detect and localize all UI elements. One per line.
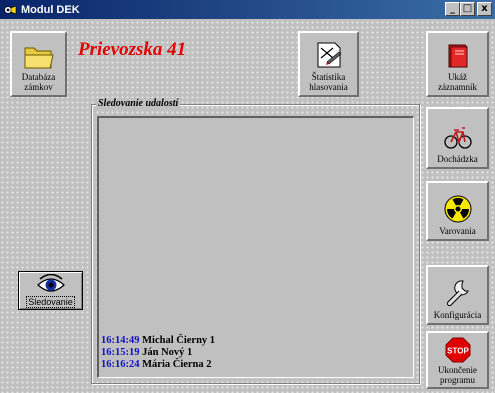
event-row: 16:16:24 Mária Čierna 2 <box>101 359 215 371</box>
statistika-hlasovania-button[interactable]: Štatistika hlasovania <box>298 31 359 97</box>
building-heading: Prievozska 41 <box>78 39 187 60</box>
ukoncenie-label-1: Ukončenie <box>438 365 477 375</box>
event-time: 16:14:49 <box>101 335 140 346</box>
eye-icon <box>36 274 65 292</box>
dochadzka-button[interactable]: Dochádzka <box>426 107 489 169</box>
konfiguracia-label: Konfigurácia <box>433 310 482 320</box>
event-row: 16:14:49 Michal Čierny 1 <box>101 335 215 347</box>
event-person: Michal Čierny 1 <box>142 335 216 346</box>
radiation-icon <box>444 195 471 223</box>
event-time: 16:16:24 <box>101 359 140 370</box>
zaznamnik-label-2: záznamník <box>438 82 477 92</box>
close-button[interactable]: x <box>477 2 492 16</box>
ukoncenie-programu-button[interactable]: STOP Ukončenie programu <box>426 331 489 389</box>
minimize-button[interactable]: _ <box>445 2 460 16</box>
statistika-label-2: hlasovania <box>309 82 348 92</box>
sledovanie-button[interactable]: Sledovanie <box>18 271 83 310</box>
window-title: Modul DEK <box>21 3 80 16</box>
title-bar[interactable]: Modul DEK _ □ x <box>0 0 495 19</box>
zaznamnik-label-1: Ukáž <box>448 72 467 82</box>
document-pen-icon <box>317 42 341 68</box>
stop-sign-icon: STOP <box>445 337 470 363</box>
bicycle-icon <box>443 127 472 149</box>
event-row: 16:15:19 Ján Nový 1 <box>101 347 215 359</box>
databaza-zamkov-button[interactable]: Databáza zámkov <box>10 31 67 97</box>
window-controls: _ □ x <box>445 2 492 16</box>
databaza-label-1: Databáza <box>21 72 56 82</box>
event-person: Ján Nový 1 <box>142 347 193 358</box>
stop-sign-text: STOP <box>447 347 469 356</box>
wrench-icon <box>446 280 469 307</box>
book-icon <box>448 44 467 68</box>
ukoncenie-label-2: programu <box>440 375 475 385</box>
folder-icon <box>24 47 54 69</box>
events-groupbox-title: Sledovanie udalostí <box>96 98 181 109</box>
event-list: 16:14:49 Michal Čierny 1 16:15:19 Ján No… <box>101 335 215 371</box>
event-person: Mária Čierna 2 <box>142 359 212 370</box>
statistika-label-1: Štatistika <box>311 72 346 82</box>
konfiguracia-button[interactable]: Konfigurácia <box>426 265 489 325</box>
sledovanie-label: Sledovanie <box>26 296 75 308</box>
varovania-button[interactable]: Varovania <box>426 181 489 241</box>
maximize-button[interactable]: □ <box>460 2 475 16</box>
databaza-label-2: zámkov <box>24 82 53 92</box>
varovania-label: Varovania <box>439 226 476 236</box>
dochadzka-label: Dochádzka <box>437 154 478 164</box>
event-time: 16:15:19 <box>101 347 140 358</box>
ukaz-zaznamnik-button[interactable]: Ukáž záznamník <box>426 31 489 97</box>
app-icon <box>4 5 17 14</box>
events-panel[interactable]: 16:14:49 Michal Čierny 1 16:15:19 Ján No… <box>97 116 414 378</box>
